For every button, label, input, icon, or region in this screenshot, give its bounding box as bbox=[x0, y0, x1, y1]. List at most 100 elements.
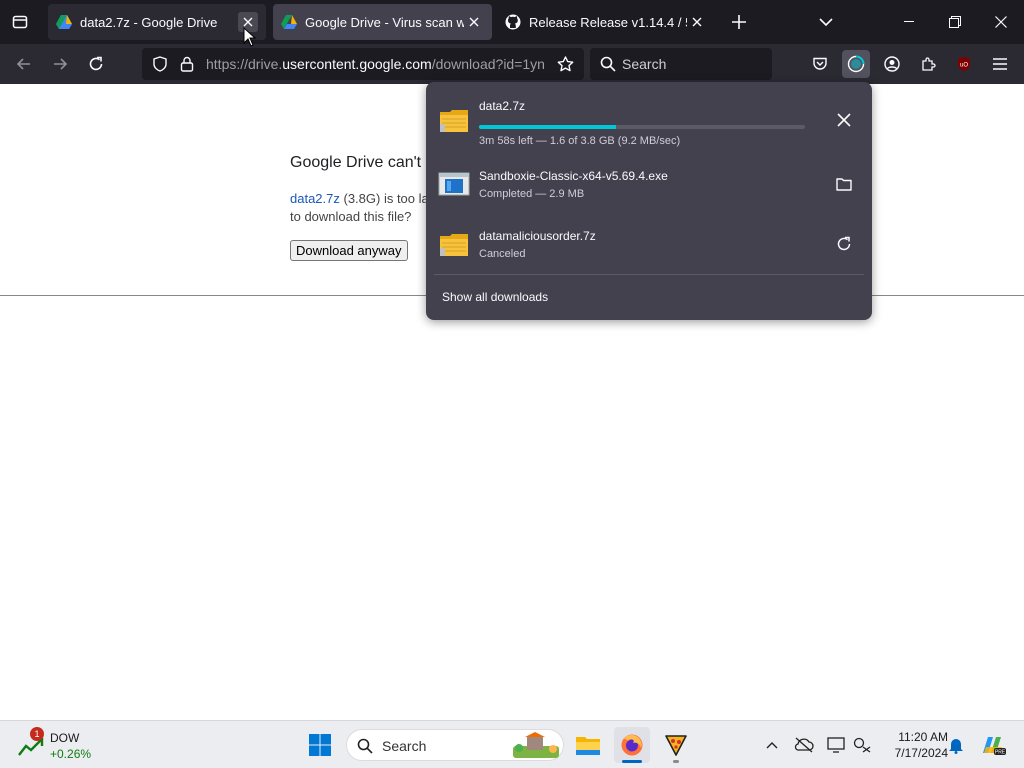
bookmark-star-icon[interactable] bbox=[557, 56, 574, 72]
hamburger-menu-icon bbox=[993, 58, 1007, 70]
clock-date: 7/17/2024 bbox=[894, 746, 948, 760]
forward-button[interactable] bbox=[46, 50, 74, 78]
active-app-indicator bbox=[622, 760, 642, 763]
windows-logo-icon bbox=[309, 734, 331, 756]
archive-icon bbox=[440, 110, 468, 132]
download-name: Sandboxie-Classic-x64-v5.69.4.exe bbox=[479, 169, 668, 183]
notification-badge: 1 bbox=[30, 727, 44, 741]
warning-title: Google Drive can't bbox=[290, 154, 422, 171]
url-host: usercontent.google.com bbox=[282, 56, 432, 72]
close-icon bbox=[469, 17, 479, 27]
download-name: data2.7z bbox=[479, 99, 526, 113]
pizza-icon bbox=[665, 735, 687, 756]
clock[interactable]: 11:20 AM 7/17/2024 bbox=[878, 729, 948, 761]
download-item[interactable]: datamaliciousorder.7z Canceled bbox=[426, 214, 872, 274]
google-drive-icon bbox=[281, 15, 297, 29]
extensions-button[interactable] bbox=[914, 50, 942, 78]
download-progress-bar bbox=[479, 125, 805, 129]
search-placeholder: Search bbox=[622, 56, 667, 72]
chevron-down-icon bbox=[819, 18, 833, 27]
download-status: 3m 58s left — 1.6 of 3.8 GB (9.2 MB/sec) bbox=[479, 135, 681, 147]
svg-text:PRE: PRE bbox=[995, 750, 1006, 756]
cloud-offline-button[interactable] bbox=[792, 733, 816, 757]
app-button[interactable] bbox=[658, 727, 694, 763]
tab-close-button[interactable] bbox=[464, 12, 484, 32]
search-icon bbox=[600, 56, 616, 72]
downloads-panel: data2.7z 3m 58s left — 1.6 of 3.8 GB (9.… bbox=[426, 82, 872, 320]
tab-title: Google Drive - Virus scan warni bbox=[305, 14, 464, 30]
taskbar-search[interactable]: Search bbox=[346, 729, 564, 761]
bell-icon bbox=[949, 739, 963, 754]
search-bar[interactable]: Search bbox=[590, 48, 772, 80]
shield-icon[interactable] bbox=[152, 56, 168, 72]
downloads-separator bbox=[434, 274, 864, 275]
firefox-button[interactable] bbox=[614, 727, 650, 763]
tab-virus-scan-warning[interactable]: Google Drive - Virus scan warni bbox=[273, 4, 492, 40]
stock-name: DOW bbox=[50, 731, 80, 745]
close-icon bbox=[995, 16, 1007, 28]
tab-github-release[interactable]: Release Release v1.14.4 / 5.69.4 bbox=[497, 4, 715, 40]
account-icon bbox=[884, 56, 900, 72]
arrow-right-icon bbox=[54, 58, 68, 70]
window-close-button[interactable] bbox=[978, 0, 1024, 44]
network-button[interactable] bbox=[850, 733, 874, 757]
exe-icon bbox=[438, 172, 470, 196]
restore-button[interactable] bbox=[932, 0, 978, 44]
show-all-downloads-link[interactable]: Show all downloads bbox=[442, 290, 548, 304]
file-explorer-icon bbox=[576, 737, 600, 755]
warning-body: data2.7z (3.8G) is too la to download th… bbox=[290, 190, 430, 226]
close-icon bbox=[243, 17, 253, 27]
close-icon bbox=[692, 17, 702, 27]
show-hidden-icons-button[interactable] bbox=[760, 733, 784, 757]
show-in-folder-button[interactable] bbox=[830, 170, 858, 198]
new-tab-button[interactable] bbox=[725, 8, 753, 36]
copilot-button[interactable]: PRE bbox=[978, 733, 1008, 757]
file-explorer-button[interactable] bbox=[570, 727, 606, 763]
stock-widget[interactable]: 1 DOW +0.26% bbox=[16, 727, 116, 763]
file-link[interactable]: data2.7z bbox=[290, 191, 340, 206]
minimize-button[interactable] bbox=[886, 0, 932, 44]
download-item[interactable]: Sandboxie-Classic-x64-v5.69.4.exe Comple… bbox=[426, 154, 872, 214]
back-button[interactable] bbox=[10, 50, 38, 78]
network-icon bbox=[853, 737, 871, 753]
close-icon bbox=[837, 113, 851, 127]
mouse-cursor-icon bbox=[243, 27, 257, 47]
url-text[interactable]: https://drive.usercontent.google.com/dow… bbox=[206, 56, 546, 72]
pocket-button[interactable] bbox=[806, 50, 834, 78]
ublock-button[interactable]: uO bbox=[950, 50, 978, 78]
downloads-button[interactable] bbox=[842, 50, 870, 78]
reload-icon bbox=[89, 56, 103, 71]
svg-text:uO: uO bbox=[960, 63, 968, 69]
stock-change: +0.26% bbox=[50, 747, 92, 761]
copilot-icon: PRE bbox=[983, 737, 1006, 756]
download-name: datamaliciousorder.7z bbox=[479, 229, 596, 243]
retry-download-button[interactable] bbox=[830, 230, 858, 258]
running-app-indicator bbox=[673, 760, 679, 763]
ublock-origin-icon: uO bbox=[958, 57, 970, 71]
retry-icon bbox=[837, 236, 851, 251]
start-button[interactable] bbox=[302, 727, 338, 763]
url-bar[interactable]: https://drive.usercontent.google.com/dow… bbox=[142, 48, 584, 80]
display-button[interactable] bbox=[824, 733, 848, 757]
download-anyway-button[interactable]: Download anyway bbox=[290, 240, 408, 261]
notifications-button[interactable] bbox=[944, 733, 968, 757]
list-all-tabs-button[interactable] bbox=[812, 8, 840, 36]
tab-data2-google-drive[interactable]: data2.7z - Google Drive bbox=[48, 4, 266, 40]
account-button[interactable] bbox=[878, 50, 906, 78]
puzzle-icon bbox=[922, 57, 936, 71]
cancel-download-button[interactable] bbox=[830, 106, 858, 134]
download-item[interactable]: data2.7z 3m 58s left — 1.6 of 3.8 GB (9.… bbox=[426, 90, 872, 150]
google-drive-icon bbox=[56, 15, 72, 29]
download-status: Canceled bbox=[479, 248, 526, 260]
download-question: to download this file? bbox=[290, 209, 412, 224]
cloud-off-icon bbox=[794, 737, 814, 753]
restore-icon bbox=[949, 16, 961, 28]
reload-button[interactable] bbox=[82, 50, 110, 78]
tab-overview-icon bbox=[12, 15, 28, 29]
lock-icon[interactable] bbox=[180, 56, 194, 72]
tab-close-button[interactable] bbox=[687, 12, 707, 32]
tab-list-button[interactable] bbox=[4, 6, 36, 38]
download-progress-icon bbox=[847, 55, 865, 73]
chevron-up-icon bbox=[766, 742, 778, 749]
menu-button[interactable] bbox=[986, 50, 1014, 78]
